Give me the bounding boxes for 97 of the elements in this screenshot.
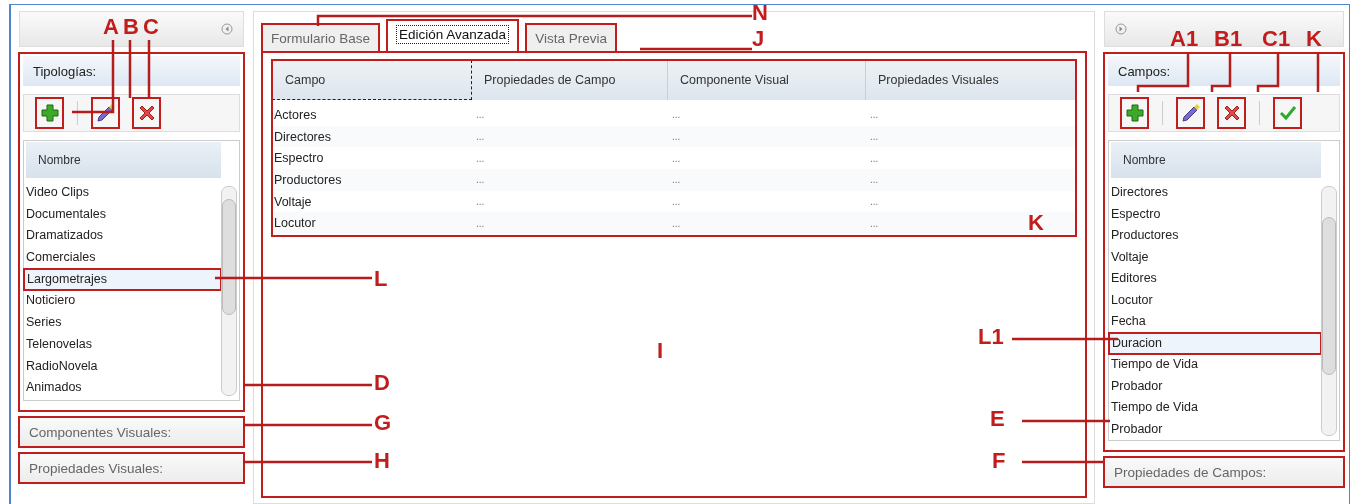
callout-label: B1 <box>1214 28 1243 50</box>
list-item[interactable]: Noticiero <box>24 290 221 313</box>
callout-label: E <box>990 408 1005 430</box>
ellipsis-button[interactable]: ... <box>672 196 681 208</box>
list-item[interactable]: Espectro <box>1109 203 1321 225</box>
list-item[interactable]: Tiempo de Vida <box>1109 354 1321 376</box>
plus-icon <box>39 103 60 123</box>
plus-icon <box>1124 103 1145 123</box>
scrollbar[interactable] <box>221 186 237 396</box>
ellipsis-button[interactable]: ... <box>476 174 485 186</box>
callout-label: K <box>1306 28 1322 50</box>
callout-label: L <box>374 268 388 290</box>
edit-button[interactable] <box>1177 98 1204 128</box>
delete-button[interactable] <box>1218 98 1245 128</box>
leader-line <box>147 40 151 98</box>
ellipsis-button[interactable]: ... <box>870 217 879 229</box>
leader-line <box>1256 52 1280 92</box>
leader-line <box>1210 52 1232 92</box>
list-item[interactable]: Dramatizados <box>24 225 221 248</box>
column-header[interactable]: Campo <box>272 60 472 100</box>
list-item[interactable]: Fecha <box>1109 311 1321 333</box>
list-item[interactable]: Directores <box>1109 182 1321 204</box>
ellipsis-button[interactable]: ... <box>672 109 681 121</box>
callout-label: B <box>123 16 139 38</box>
callout-label: C1 <box>1262 28 1291 50</box>
callout-label: A1 <box>1170 28 1199 50</box>
ellipsis-button[interactable]: ... <box>870 131 879 143</box>
column-header[interactable]: Propiedades de Campo <box>472 60 668 100</box>
leader-line <box>1316 52 1320 92</box>
callout-label: F <box>992 450 1006 472</box>
list-item[interactable]: Documentales <box>24 203 221 226</box>
tab[interactable]: Vista Previa <box>526 24 616 52</box>
ellipsis-button[interactable]: ... <box>672 217 681 229</box>
list-item[interactable]: Probador <box>1109 375 1321 397</box>
add-button[interactable] <box>1121 98 1148 128</box>
pencil-icon <box>1180 103 1201 123</box>
list-item[interactable]: Video Clips <box>24 182 221 204</box>
column-header[interactable]: Propiedades Visuales <box>866 60 1076 100</box>
callout-label: K <box>1028 212 1044 234</box>
list-item[interactable]: Voltaje <box>1109 246 1321 268</box>
column-header[interactable]: Componente Visual <box>668 60 866 100</box>
ellipsis-button[interactable]: ... <box>870 174 879 186</box>
tab[interactable]: Edición Avanzada <box>387 20 519 52</box>
ellipsis-button[interactable]: ... <box>870 196 879 208</box>
edit-button[interactable] <box>92 98 119 128</box>
callout-label: N <box>752 2 768 24</box>
callout-label: D <box>374 372 390 394</box>
callout-label: L1 <box>978 326 1004 348</box>
list-item[interactable]: Series <box>24 312 221 334</box>
list-item[interactable]: Largometrajes <box>24 268 221 291</box>
ellipsis-button[interactable]: ... <box>672 152 681 164</box>
add-button[interactable] <box>36 98 63 128</box>
column-header: Nombre <box>26 142 221 178</box>
table-cell-text: Actores <box>273 106 318 124</box>
ellipsis-button[interactable]: ... <box>476 109 485 121</box>
checkmark-icon <box>1277 103 1298 123</box>
ellipsis-button[interactable]: ... <box>672 131 681 143</box>
accept-button[interactable] <box>1274 98 1301 128</box>
table-cell-text: Directores <box>273 128 332 146</box>
callout-label: G <box>374 412 392 434</box>
panel-title: Tipologías: <box>23 56 240 86</box>
panel-title: Campos: <box>1108 56 1340 86</box>
callout-label: A <box>103 16 119 38</box>
ellipsis-button[interactable]: ... <box>476 152 485 164</box>
ellipsis-button[interactable]: ... <box>476 217 485 229</box>
ellipsis-button[interactable]: ... <box>870 152 879 164</box>
list-item[interactable]: Comerciales <box>24 247 221 269</box>
table-cell-text: Productores <box>273 171 343 189</box>
list-item[interactable]: Tiempo de Vida <box>1109 397 1321 419</box>
callout-label: C <box>143 16 159 38</box>
ellipsis-button[interactable]: ... <box>476 196 485 208</box>
table-cell-text: Locutor <box>273 215 317 233</box>
tab[interactable]: Formulario Base <box>262 24 380 52</box>
table-cell-text: Espectro <box>273 150 325 168</box>
list-item[interactable]: Probador <box>1109 418 1321 440</box>
callout-label: H <box>374 450 390 472</box>
list-item[interactable]: Duracion <box>1109 332 1321 354</box>
pencil-icon <box>95 103 116 123</box>
list-item[interactable]: Productores <box>1109 225 1321 247</box>
list-item[interactable]: Editores <box>1109 268 1321 290</box>
list-item[interactable]: Animados <box>24 377 221 399</box>
section-header[interactable]: Propiedades Visuales: <box>19 453 244 483</box>
list-item[interactable]: Telenovelas <box>24 333 221 356</box>
list-item[interactable]: Locutor <box>1109 289 1321 311</box>
column-header: Nombre <box>1111 142 1321 178</box>
scrollbar[interactable] <box>1321 186 1337 436</box>
table-cell-text: Voltaje <box>273 193 313 211</box>
callout-label: I <box>657 340 664 362</box>
ellipsis-button[interactable]: ... <box>870 109 879 121</box>
leader-line <box>128 40 132 98</box>
ellipsis-button[interactable]: ... <box>476 131 485 143</box>
list-item[interactable]: RadioNovela <box>24 355 221 378</box>
section-header[interactable]: Propiedades de Campos: <box>1104 457 1344 487</box>
section-header[interactable]: Componentes Visuales: <box>19 417 244 447</box>
delete-button[interactable] <box>133 98 160 128</box>
callout-label: J <box>752 28 765 50</box>
ellipsis-button[interactable]: ... <box>672 174 681 186</box>
